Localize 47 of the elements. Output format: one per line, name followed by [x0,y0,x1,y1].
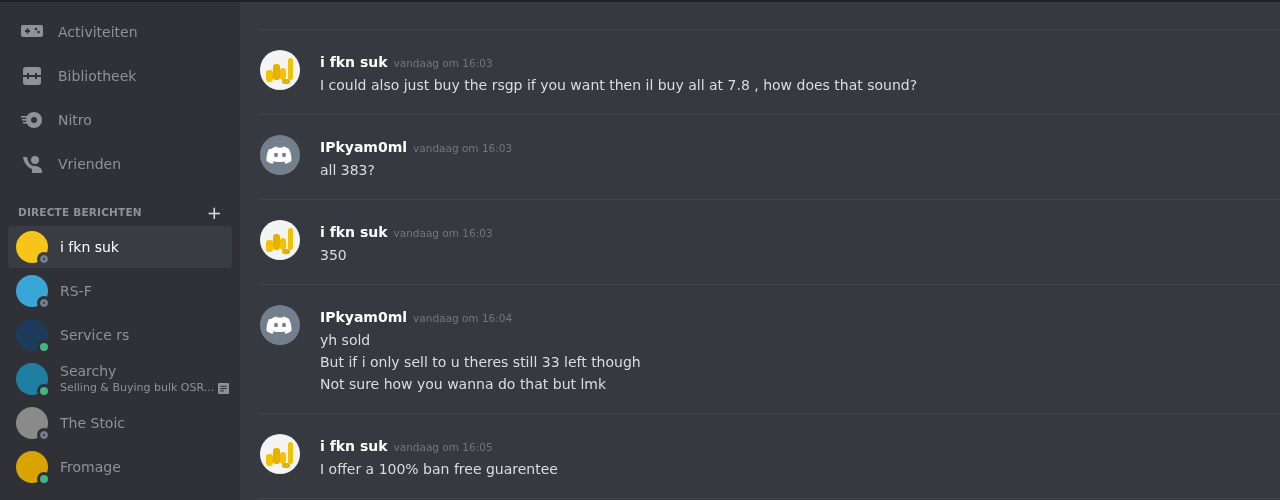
dm-item[interactable]: Fromage [8,446,232,488]
dm-item[interactable]: Service rs [8,314,232,356]
nav-item[interactable]: Nitro [8,98,232,142]
dm-name: RS-F [60,282,92,300]
add-button[interactable]: + [206,204,222,222]
message-text: all 383? [320,161,376,180]
dm-item[interactable]: i fkn suk [8,226,232,268]
note-icon [218,382,230,394]
default-avatar[interactable] [260,135,300,175]
dm-name: The Stoic [60,414,126,432]
activity-text: Selling & Buying bulk OSR... [60,379,215,396]
author-name[interactable]: IPkyam0ml [320,309,408,325]
timestamp: vandaag om 16:05 [393,441,493,453]
timestamp: vandaag om 16:03 [413,142,513,154]
dm-name: Fromage [60,458,121,476]
dm-item[interactable]: Searchy Selling & Buying bulk OSR... [8,358,232,400]
dm-name: Service rs [60,326,130,344]
coins-avatar[interactable] [260,50,300,90]
author-name[interactable]: i fkn suk [320,438,388,454]
nav-label: Nitro [58,110,92,130]
message-text: But if i only sell to u theres still 33 left though [320,353,641,372]
dm-item[interactable]: RS-F [8,270,232,312]
timestamp: vandaag om 16:04 [413,312,513,324]
dm-item[interactable]: The Stoic [8,402,232,444]
nav-label: Activiteiten [58,22,138,42]
message-text: 350 [320,246,348,265]
dm-name: Searchy [60,361,118,380]
nav-item[interactable]: Vrienden [8,142,232,186]
timestamp: vandaag om 16:03 [393,227,493,239]
author-name[interactable]: IPkyam0ml [320,139,408,155]
nav-label: Bibliotheek [58,66,137,86]
dm-name: i fkn suk [60,238,119,256]
nav-label: Vrienden [58,154,122,174]
message-text: I offer a 100% ban free guarentee [320,460,558,479]
message-text: I could also just buy the rsgp if you want then il buy all at 7.8 , how does that sound? [320,76,918,95]
author-name[interactable]: i fkn suk [320,54,388,70]
timestamp: vandaag om 16:03 [393,57,493,69]
nav-item[interactable]: Bibliotheek [8,54,232,98]
coins-avatar[interactable] [260,434,300,474]
message-text: Not sure how you wanna do that but lmk [320,375,608,394]
message-text: yh sold [320,331,372,350]
section-heading: DIRECTE BERICHTEN [18,205,142,221]
author-name[interactable]: i fkn suk [320,224,388,240]
nav-item[interactable]: Activiteiten [8,10,232,54]
coins-avatar[interactable] [260,220,300,260]
default-avatar[interactable] [260,305,300,345]
library-icon [20,64,44,88]
